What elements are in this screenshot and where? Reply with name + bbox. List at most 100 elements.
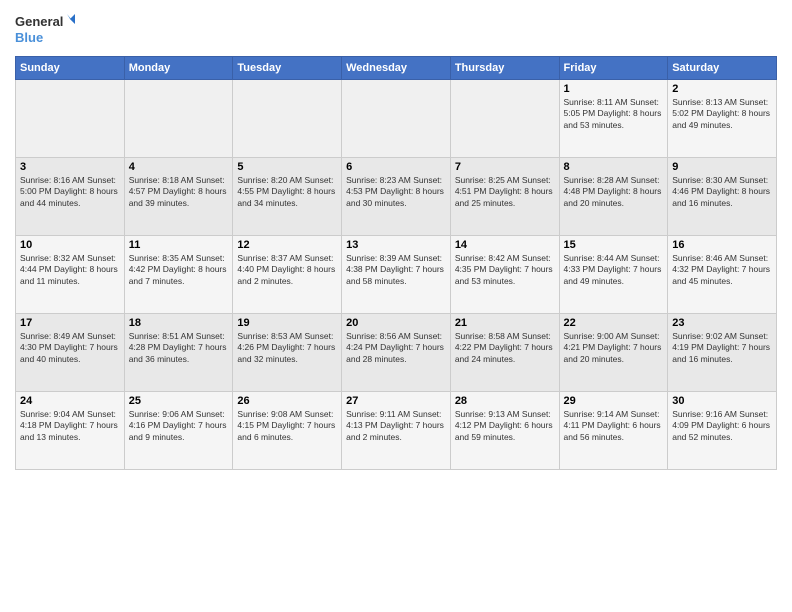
day-number: 8 [564,161,664,173]
day-info: Sunrise: 9:11 AM Sunset: 4:13 PM Dayligh… [346,409,446,443]
calendar-cell [450,80,559,158]
calendar-cell: 17 Sunrise: 8:49 AM Sunset: 4:30 PM Dayli… [16,314,125,392]
calendar-cell: 5 Sunrise: 8:20 AM Sunset: 4:55 PM Daylig… [233,158,342,236]
calendar-table: SundayMondayTuesdayWednesdayThursdayFrid… [15,56,777,470]
calendar-cell: 21Sunrise: 8:58 AM Sunset: 4:22 PM Dayli… [450,314,559,392]
day-info: Sunrise: 8:51 AM Sunset: 4:28 PM Dayligh… [129,331,229,365]
day-number: 22 [564,317,664,329]
calendar-week-row: 17 Sunrise: 8:49 AM Sunset: 4:30 PM Dayli… [16,314,777,392]
day-info: Sunrise: 8:18 AM Sunset: 4:57 PM Dayligh… [129,175,229,209]
day-number: 13 [346,239,446,251]
calendar-day-header: Monday [124,57,233,80]
calendar-week-row: 1 Sunrise: 8:11 AM Sunset: 5:05 PM Daylig… [16,80,777,158]
day-info: Sunrise: 9:08 AM Sunset: 4:15 PM Dayligh… [237,409,337,443]
day-info: Sunrise: 9:00 AM Sunset: 4:21 PM Dayligh… [564,331,664,365]
calendar-cell: 4 Sunrise: 8:18 AM Sunset: 4:57 PM Daylig… [124,158,233,236]
day-info: Sunrise: 9:04 AM Sunset: 4:18 PM Dayligh… [20,409,120,443]
calendar-cell: 11 Sunrise: 8:35 AM Sunset: 4:42 PM Dayli… [124,236,233,314]
day-info: Sunrise: 8:56 AM Sunset: 4:24 PM Dayligh… [346,331,446,365]
day-info: Sunrise: 8:35 AM Sunset: 4:42 PM Dayligh… [129,253,229,287]
day-number: 19 [237,317,337,329]
calendar-day-header: Wednesday [342,57,451,80]
day-info: Sunrise: 9:14 AM Sunset: 4:11 PM Dayligh… [564,409,664,443]
calendar-cell: 29 Sunrise: 9:14 AM Sunset: 4:11 PM Dayli… [559,392,668,470]
day-info: Sunrise: 8:46 AM Sunset: 4:32 PM Dayligh… [672,253,772,287]
calendar-cell: 7Sunrise: 8:25 AM Sunset: 4:51 PM Daylig… [450,158,559,236]
day-number: 16 [672,239,772,251]
day-number: 9 [672,161,772,173]
day-info: Sunrise: 9:13 AM Sunset: 4:12 PM Dayligh… [455,409,555,443]
calendar-cell: 3 Sunrise: 8:16 AM Sunset: 5:00 PM Daylig… [16,158,125,236]
svg-text:General: General [15,14,63,29]
day-info: Sunrise: 8:28 AM Sunset: 4:48 PM Dayligh… [564,175,664,209]
day-number: 18 [129,317,229,329]
calendar-day-header: Sunday [16,57,125,80]
calendar-cell: 2Sunrise: 8:13 AM Sunset: 5:02 PM Daylig… [668,80,777,158]
day-info: Sunrise: 9:06 AM Sunset: 4:16 PM Dayligh… [129,409,229,443]
day-number: 11 [129,239,229,251]
logo-svg: General Blue [15,10,75,48]
day-number: 10 [20,239,120,251]
calendar-cell: 9 Sunrise: 8:30 AM Sunset: 4:46 PM Daylig… [668,158,777,236]
calendar-cell: 23 Sunrise: 9:02 AM Sunset: 4:19 PM Dayli… [668,314,777,392]
calendar-cell [342,80,451,158]
calendar-cell: 8 Sunrise: 8:28 AM Sunset: 4:48 PM Daylig… [559,158,668,236]
calendar-cell: 22 Sunrise: 9:00 AM Sunset: 4:21 PM Dayli… [559,314,668,392]
day-info: Sunrise: 8:20 AM Sunset: 4:55 PM Dayligh… [237,175,337,209]
day-number: 4 [129,161,229,173]
day-number: 6 [346,161,446,173]
calendar-cell: 15Sunrise: 8:44 AM Sunset: 4:33 PM Dayli… [559,236,668,314]
day-info: Sunrise: 9:02 AM Sunset: 4:19 PM Dayligh… [672,331,772,365]
calendar-cell: 1 Sunrise: 8:11 AM Sunset: 5:05 PM Daylig… [559,80,668,158]
day-number: 23 [672,317,772,329]
day-number: 30 [672,395,772,407]
calendar-cell: 28Sunrise: 9:13 AM Sunset: 4:12 PM Dayli… [450,392,559,470]
day-number: 5 [237,161,337,173]
calendar-day-header: Saturday [668,57,777,80]
calendar-day-header: Tuesday [233,57,342,80]
day-number: 7 [455,161,555,173]
day-info: Sunrise: 8:44 AM Sunset: 4:33 PM Dayligh… [564,253,664,287]
day-number: 21 [455,317,555,329]
day-number: 2 [672,83,772,95]
day-number: 17 [20,317,120,329]
calendar-cell: 24 Sunrise: 9:04 AM Sunset: 4:18 PM Dayli… [16,392,125,470]
calendar-cell: 30 Sunrise: 9:16 AM Sunset: 4:09 PM Dayli… [668,392,777,470]
logo: General Blue [15,10,75,48]
day-info: Sunrise: 8:53 AM Sunset: 4:26 PM Dayligh… [237,331,337,365]
calendar-day-header: Thursday [450,57,559,80]
day-info: Sunrise: 8:49 AM Sunset: 4:30 PM Dayligh… [20,331,120,365]
day-info: Sunrise: 8:37 AM Sunset: 4:40 PM Dayligh… [237,253,337,287]
calendar-cell: 18 Sunrise: 8:51 AM Sunset: 4:28 PM Dayli… [124,314,233,392]
day-info: Sunrise: 9:16 AM Sunset: 4:09 PM Dayligh… [672,409,772,443]
day-number: 25 [129,395,229,407]
calendar-week-row: 3 Sunrise: 8:16 AM Sunset: 5:00 PM Daylig… [16,158,777,236]
day-number: 27 [346,395,446,407]
day-info: Sunrise: 8:39 AM Sunset: 4:38 PM Dayligh… [346,253,446,287]
page: General Blue SundayMondayTuesdayWednesda… [0,0,792,612]
calendar-header-row: SundayMondayTuesdayWednesdayThursdayFrid… [16,57,777,80]
calendar-week-row: 24 Sunrise: 9:04 AM Sunset: 4:18 PM Dayli… [16,392,777,470]
day-info: Sunrise: 8:32 AM Sunset: 4:44 PM Dayligh… [20,253,120,287]
calendar-day-header: Friday [559,57,668,80]
calendar-cell [233,80,342,158]
day-info: Sunrise: 8:16 AM Sunset: 5:00 PM Dayligh… [20,175,120,209]
calendar-cell [124,80,233,158]
day-number: 20 [346,317,446,329]
calendar-cell: 20 Sunrise: 8:56 AM Sunset: 4:24 PM Dayli… [342,314,451,392]
calendar-cell: 6 Sunrise: 8:23 AM Sunset: 4:53 PM Daylig… [342,158,451,236]
day-number: 3 [20,161,120,173]
day-number: 14 [455,239,555,251]
day-info: Sunrise: 8:30 AM Sunset: 4:46 PM Dayligh… [672,175,772,209]
calendar-cell: 27 Sunrise: 9:11 AM Sunset: 4:13 PM Dayli… [342,392,451,470]
day-info: Sunrise: 8:11 AM Sunset: 5:05 PM Dayligh… [564,97,664,131]
calendar-cell: 19 Sunrise: 8:53 AM Sunset: 4:26 PM Dayli… [233,314,342,392]
day-number: 29 [564,395,664,407]
calendar-cell: 13 Sunrise: 8:39 AM Sunset: 4:38 PM Dayli… [342,236,451,314]
day-number: 24 [20,395,120,407]
day-info: Sunrise: 8:23 AM Sunset: 4:53 PM Dayligh… [346,175,446,209]
calendar-cell: 26 Sunrise: 9:08 AM Sunset: 4:15 PM Dayli… [233,392,342,470]
calendar-cell: 12Sunrise: 8:37 AM Sunset: 4:40 PM Dayli… [233,236,342,314]
day-number: 26 [237,395,337,407]
day-number: 1 [564,83,664,95]
